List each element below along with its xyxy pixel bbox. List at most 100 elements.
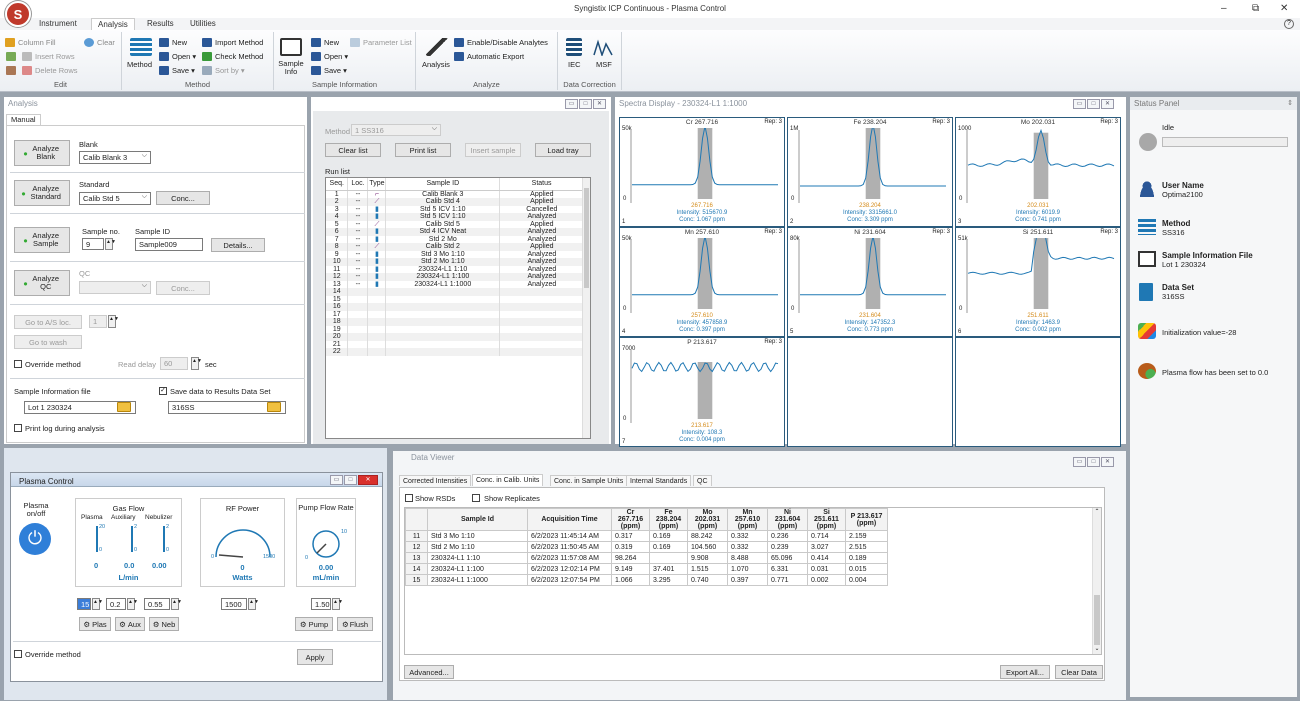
- results-row[interactable]: 15 230324-L1 1:1000 6/2/2023 12:07:54 PM 1.…: [405, 574, 888, 586]
- insert-sample-button[interactable]: Insert sample: [465, 143, 521, 157]
- sample-info-button[interactable]: Sample Info: [277, 60, 305, 76]
- plasma-flow-input[interactable]: 15: [77, 598, 91, 610]
- qc-conc-button[interactable]: Conc...: [156, 281, 210, 295]
- as-loc-input[interactable]: 1: [89, 315, 107, 328]
- clear-list-button[interactable]: Clear list: [325, 143, 381, 157]
- aux-button[interactable]: ⚙ Aux: [115, 617, 145, 631]
- automatic-export-button[interactable]: Automatic Export: [454, 52, 524, 61]
- spectrum-plot[interactable]: Si 251.611 Rep: 3 51k 0 6 251.611 Intensity: 1…: [955, 227, 1121, 337]
- col-loc[interactable]: Loc.: [347, 178, 369, 191]
- sif-open-button[interactable]: Open ▾: [311, 52, 348, 61]
- sample-id-input[interactable]: Sample009: [135, 238, 203, 251]
- browse-folder-icon[interactable]: [267, 402, 281, 412]
- runlist-row[interactable]: 8 -- ⟋ Calib Std 2 Applied: [326, 243, 584, 251]
- load-tray-button[interactable]: Load tray: [535, 143, 591, 157]
- app-logo[interactable]: S: [5, 1, 31, 27]
- clear-button[interactable]: Clear: [84, 38, 115, 47]
- insert-rows-button[interactable]: Insert Rows: [22, 52, 75, 61]
- close-panel-button[interactable]: ✕: [1101, 457, 1114, 467]
- tab-analysis[interactable]: Analysis: [91, 18, 135, 30]
- results-row[interactable]: 13 230324-L1 1:10 6/2/2023 11:57:08 AM 98.2…: [405, 552, 888, 564]
- paste-icon[interactable]: [6, 66, 16, 75]
- tab-results[interactable]: Results: [141, 19, 180, 28]
- iec-button[interactable]: IEC: [568, 60, 581, 69]
- runlist-row[interactable]: 20: [326, 333, 584, 341]
- method-select[interactable]: 1 SS316: [351, 124, 441, 136]
- plas-button[interactable]: ⚙ Plas: [79, 617, 111, 631]
- export-all-button[interactable]: Export All...: [1000, 665, 1050, 679]
- tab-qc[interactable]: QC: [693, 475, 712, 486]
- maximize-panel-button[interactable]: □: [1087, 457, 1100, 467]
- spectrum-plot[interactable]: Fe 238.204 Rep: 3 1M 0 2 238.204 Intensity: 33…: [787, 117, 953, 227]
- delete-rows-button[interactable]: Delete Rows: [22, 66, 78, 75]
- col-seq[interactable]: Seq.: [326, 178, 349, 191]
- minimize-panel-button[interactable]: ▭: [1073, 99, 1086, 109]
- save-data-checkbox[interactable]: ✓: [159, 387, 167, 395]
- spectrum-plot[interactable]: Ni 231.604 Rep: 3 80k 0 5 231.604 Intensity: 1…: [787, 227, 953, 337]
- print-log-checkbox[interactable]: [14, 424, 22, 432]
- runlist-row[interactable]: 7 -- ▮ Std 2 Mo Analyzed: [326, 235, 584, 243]
- analysis-button[interactable]: Analysis: [422, 60, 450, 69]
- results-col-header[interactable]: Fe 238.204 (ppm): [649, 508, 688, 531]
- runlist-row[interactable]: 17: [326, 310, 584, 318]
- runlist-row[interactable]: 16: [326, 303, 584, 311]
- restore-button[interactable]: ⧉: [1252, 3, 1259, 14]
- aux-flow-input[interactable]: 0.2: [106, 598, 126, 610]
- runlist-row[interactable]: 2 -- ⟋ Calib Std 4 Applied: [326, 198, 584, 206]
- go-to-as-loc-button[interactable]: Go to A/S loc.: [14, 315, 82, 329]
- maximize-panel-button[interactable]: □: [579, 99, 592, 109]
- sample-no-input[interactable]: 9: [82, 238, 104, 250]
- read-delay-input[interactable]: 60: [160, 357, 188, 370]
- import-method-button[interactable]: Import Method: [202, 38, 263, 47]
- pin-icon[interactable]: ⇕: [1287, 99, 1293, 107]
- method-open-button[interactable]: Open ▾: [159, 52, 196, 61]
- sort-by-button[interactable]: Sort by ▾: [202, 66, 245, 75]
- go-to-wash-button[interactable]: Go to wash: [14, 335, 82, 349]
- msf-button[interactable]: MSF: [596, 60, 612, 69]
- runlist-row[interactable]: 22: [326, 348, 584, 356]
- pump-rate-input[interactable]: 1.50: [311, 598, 331, 610]
- enable-disable-analytes-button[interactable]: Enable/Disable Analytes: [454, 38, 548, 47]
- tab-conc-calib-units[interactable]: Conc. in Calib. Units: [472, 474, 544, 486]
- plasma-power-button[interactable]: ⏻: [19, 523, 51, 555]
- runlist-row[interactable]: 21: [326, 340, 584, 348]
- clear-data-button[interactable]: Clear Data: [1055, 665, 1103, 679]
- analyze-blank-button[interactable]: ● Analyze Blank: [14, 140, 70, 166]
- results-col-header[interactable]: P 213.617 (ppm): [845, 508, 888, 531]
- neb-flow-spinner[interactable]: ▲▼: [171, 598, 182, 610]
- tab-manual[interactable]: Manual: [6, 114, 41, 125]
- tab-utilities[interactable]: Utilities: [184, 19, 222, 28]
- tab-instrument[interactable]: Instrument: [33, 19, 83, 28]
- scroll-up-icon[interactable]: ⌃: [1093, 508, 1101, 515]
- runlist-row[interactable]: 9 -- ▮ Std 3 Mo 1:10 Analyzed: [326, 250, 584, 258]
- show-replicates-checkbox[interactable]: [472, 494, 480, 502]
- results-col-header[interactable]: Sample Id: [427, 508, 528, 531]
- flush-button[interactable]: ⚙ Flush: [337, 617, 373, 631]
- sample-details-button[interactable]: Details...: [211, 238, 265, 252]
- spectrum-plot[interactable]: Mo 202.031 Rep: 3 1000 0 3 202.031 Intensity: …: [955, 117, 1121, 227]
- runlist-scrollbar[interactable]: [582, 178, 590, 438]
- neb-flow-input[interactable]: 0.55: [144, 598, 170, 610]
- spectrum-plot[interactable]: P 213.617 Rep: 3 7000 0 7 213.617 Intensity: 1…: [619, 337, 785, 447]
- runlist-row[interactable]: 6 -- ▮ Std 4 ICV Neat Analyzed: [326, 228, 584, 236]
- results-col-header[interactable]: Mo 202.031 (ppm): [687, 508, 728, 531]
- show-rsds-checkbox[interactable]: [405, 494, 413, 502]
- plasma-override-checkbox[interactable]: [14, 650, 22, 658]
- column-fill-button[interactable]: Column Fill: [5, 38, 56, 47]
- msf-icon[interactable]: [593, 38, 613, 56]
- results-scrollbar[interactable]: ⌃ ⌄: [1092, 508, 1101, 654]
- results-row[interactable]: 12 Std 2 Mo 1:10 6/2/2023 11:50:45 AM 0.319…: [405, 541, 888, 553]
- runlist-row[interactable]: 19: [326, 325, 584, 333]
- minimize-panel-button[interactable]: ▭: [565, 99, 578, 109]
- copy-icon[interactable]: [6, 52, 16, 61]
- scroll-thumb[interactable]: [584, 188, 589, 288]
- as-loc-spinner[interactable]: ▲▼: [108, 315, 119, 328]
- pump-button[interactable]: ⚙ Pump: [295, 617, 333, 631]
- method-new-button[interactable]: New: [159, 38, 187, 47]
- rf-power-input[interactable]: 1500: [221, 598, 247, 610]
- qc-select[interactable]: [79, 281, 151, 294]
- method-button[interactable]: Method: [127, 60, 152, 69]
- plasma-flow-spinner[interactable]: ▲▼: [92, 598, 103, 610]
- col-sample-id[interactable]: Sample ID: [385, 178, 501, 191]
- neb-button[interactable]: ⚙ Neb: [149, 617, 179, 631]
